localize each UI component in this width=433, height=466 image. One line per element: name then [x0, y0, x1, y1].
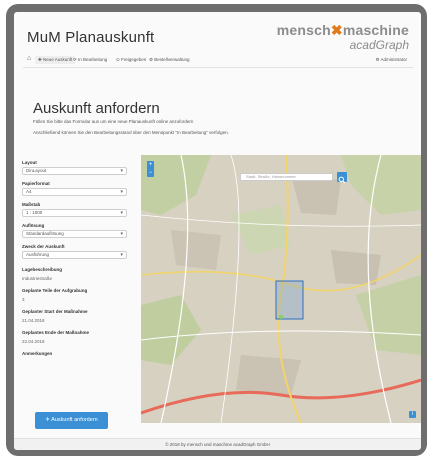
scale-label: Maßstab: [22, 202, 41, 207]
location-input[interactable]: Industriestraße: [22, 276, 52, 281]
app-window: MuM Planauskunft mensch✖maschine acadGra…: [14, 12, 421, 450]
scale-select-value: 1 : 1000: [26, 210, 43, 215]
layout-select[interactable]: DinLayout ▾: [22, 167, 127, 175]
start-date-label: Geplanter Start der Maßnahme: [22, 309, 88, 314]
layout-select-value: DinLayout: [26, 168, 47, 173]
purpose-select-value: Ausführung: [26, 252, 50, 257]
nav-in-progress[interactable]: ⟳ In Bearbeitung: [73, 57, 107, 63]
chevron-down-icon: ▾: [120, 189, 123, 195]
map-canvas: [141, 155, 421, 423]
purpose-select[interactable]: Ausführung ▾: [22, 251, 127, 259]
page-description: Füllen Sie bitte das Formular aus um ein…: [33, 119, 194, 124]
nav-new-request[interactable]: ✚ Neue Auskunft: [35, 56, 76, 64]
chevron-down-icon: ▾: [120, 210, 123, 216]
location-label: Lagebeschreibung: [22, 267, 63, 272]
search-icon: [338, 176, 346, 184]
page-description-2: Anschließend können Sie den Bearbeitungs…: [33, 130, 229, 135]
chevron-down-icon: ▾: [120, 252, 123, 258]
chevron-down-icon: ▾: [120, 231, 123, 237]
zoom-in-button[interactable]: +: [147, 161, 154, 169]
parts-label: Geplante Teile der Aufgrabung: [22, 288, 88, 293]
map-search-button[interactable]: [337, 172, 347, 184]
main-navbar: ⌂ ✚ Neue Auskunft ⟳ In Bearbeitung ⊙ Fre…: [23, 55, 413, 68]
brand-name: mensch✖maschine: [276, 22, 409, 38]
map-search-input[interactable]: Stadt, Straße, Hausnummer: [240, 173, 333, 181]
paper-label: Papierformat: [22, 181, 50, 186]
map-zoom-control: + −: [147, 161, 154, 177]
map-info-button[interactable]: i: [409, 411, 416, 418]
nav-administrator[interactable]: ⚙ Administrator: [375, 57, 407, 63]
notes-label: Anmerkungen: [22, 351, 53, 356]
resolution-select-value: Standardauflösung: [26, 231, 64, 236]
end-date-label: Geplantes Ende der Maßnahme: [22, 330, 90, 335]
brand-logo: mensch✖maschine acadGraph: [277, 22, 409, 52]
map-view[interactable]: + − Stadt, Straße, Hausnummer i: [141, 155, 421, 423]
parts-input[interactable]: 3: [22, 297, 25, 302]
scale-select[interactable]: 1 : 1000 ▾: [22, 209, 127, 217]
brand-subtitle: acadGraph: [349, 38, 409, 52]
page-title: Auskunft anfordern: [33, 100, 160, 117]
nav-order-management[interactable]: ⚙ Bestellverwaltung: [149, 57, 190, 63]
paper-select-value: A4: [26, 189, 32, 194]
purpose-label: Zweck der Auskunft: [22, 244, 65, 249]
page-footer: © 2018 by mensch und maschine acadGraph …: [14, 438, 421, 450]
zoom-out-button[interactable]: −: [147, 169, 154, 177]
submit-request-button[interactable]: ✈ Auskunft anfordern: [35, 412, 108, 429]
start-date-input[interactable]: 21.04.2018: [22, 318, 45, 323]
resolution-select[interactable]: Standardauflösung ▾: [22, 230, 127, 238]
layout-label: Layout: [22, 160, 37, 165]
app-title: MuM Planauskunft: [27, 29, 155, 46]
paper-select[interactable]: A4 ▾: [22, 188, 127, 196]
home-icon[interactable]: ⌂: [27, 55, 31, 62]
nav-released[interactable]: ⊙ Freigegeben: [116, 57, 146, 63]
chevron-down-icon: ▾: [120, 168, 123, 174]
end-date-input[interactable]: 22.04.2018: [22, 339, 45, 344]
resolution-label: Auflösung: [22, 223, 45, 228]
